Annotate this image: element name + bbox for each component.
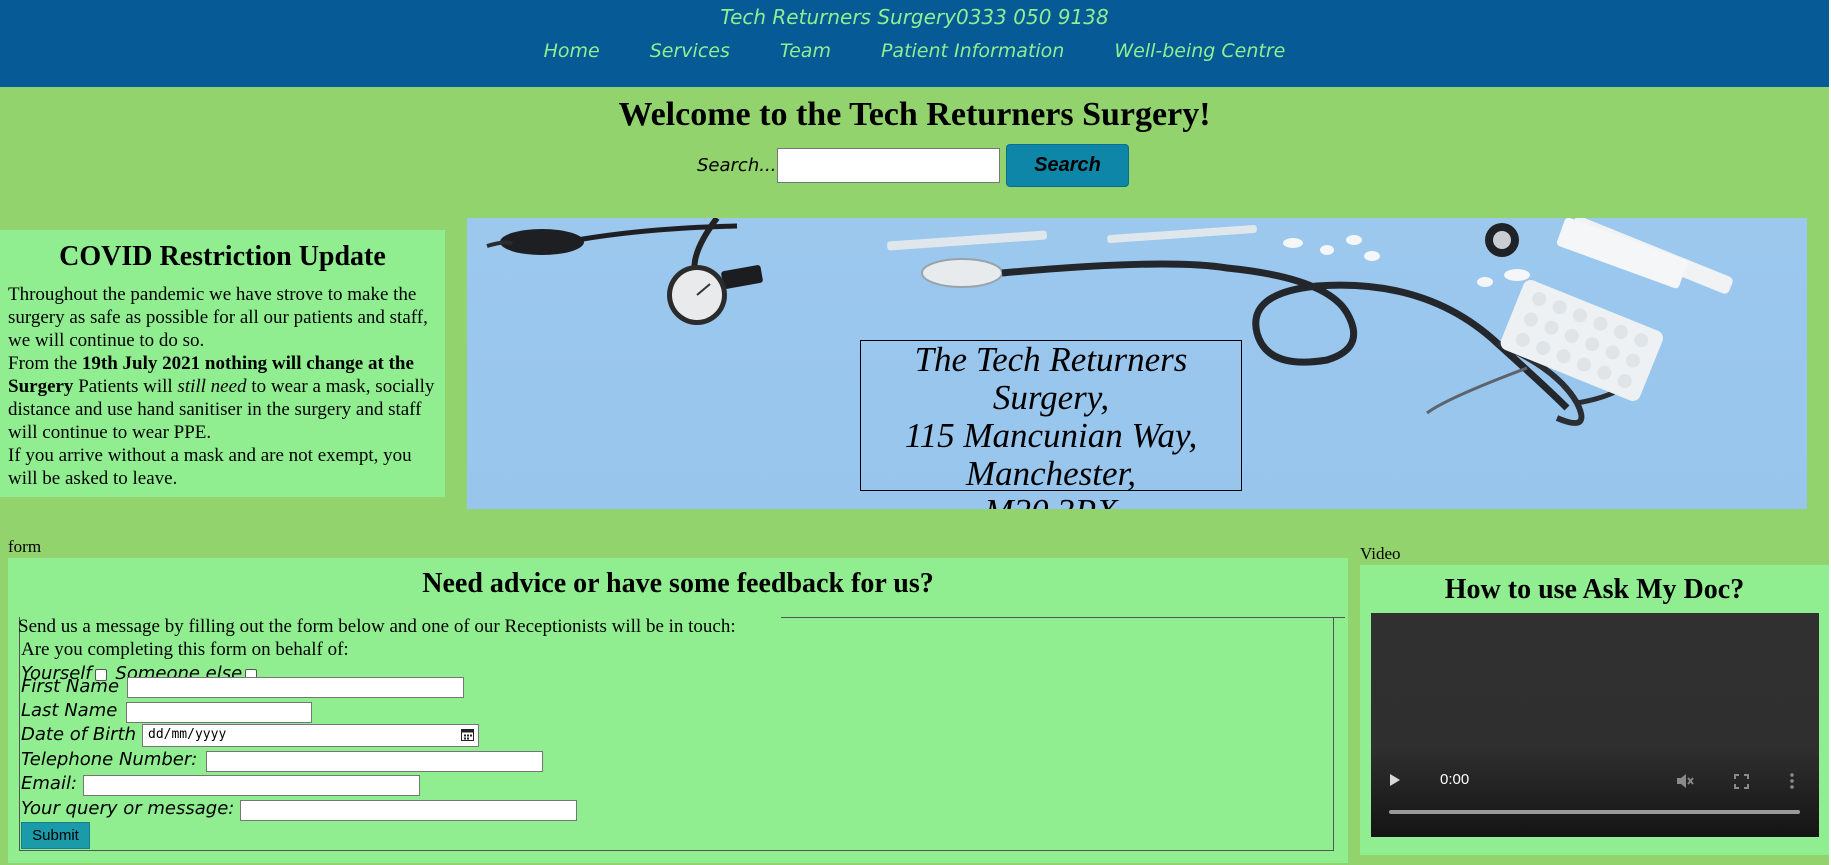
fullscreen-icon[interactable] (1734, 774, 1749, 789)
brand-title: Tech Returners Surgery0333 050 9138 (720, 5, 1109, 29)
covid-still-need: still need (177, 376, 247, 397)
covid-body: Throughout the pandemic we have strove t… (8, 283, 437, 490)
search-input[interactable] (777, 148, 1000, 183)
dob-placeholder: dd/mm/yyyy (148, 727, 227, 742)
address-line: Manchester, (965, 454, 1137, 493)
dob-field[interactable]: dd/mm/yyyy (142, 724, 479, 747)
behalf-question: Are you completing this form on behalf o… (21, 639, 349, 660)
site-header: Tech Returners Surgery0333 050 9138 Home… (0, 0, 1829, 87)
search-button[interactable]: Search (1006, 144, 1129, 187)
covid-p2-prefix: From the (8, 353, 82, 374)
email-label: Email: (21, 773, 78, 794)
hero-image: The Tech Returners Surgery, 115 Mancunia… (467, 218, 1807, 509)
video-panel: How to use Ask My Doc? 0:00 (1360, 565, 1829, 855)
query-row: Your query or message: (21, 798, 234, 820)
dob-label: Date of Birth (21, 724, 137, 745)
contact-form-panel: Need advice or have some feedback for us… (8, 558, 1348, 863)
video-time: 0:00 (1440, 771, 1470, 788)
last-name-field[interactable] (126, 702, 312, 723)
covid-paragraph-3: If you arrive without a mask and are not… (8, 445, 412, 489)
video-section-label: Video (1360, 544, 1401, 563)
covid-p2-mid: Patients will (73, 376, 178, 397)
first-name-row: First Name (21, 676, 119, 698)
form-section-label: form (8, 537, 42, 556)
covid-update-panel: COVID Restriction Update Throughout the … (0, 230, 445, 497)
form-title: Need advice or have some feedback for us… (422, 568, 934, 599)
first-name-field[interactable] (127, 677, 464, 698)
email-field[interactable] (83, 775, 420, 796)
address-line: The Tech Returners Surgery, (914, 340, 1188, 417)
page-title: Welcome to the Tech Returners Surgery! (618, 96, 1211, 133)
calendar-icon[interactable] (461, 728, 474, 741)
nav-team[interactable]: Team (780, 40, 831, 62)
video-progress-bar[interactable] (1389, 810, 1800, 814)
email-row: Email: (21, 773, 77, 795)
last-name-label: Last Name (21, 700, 118, 721)
nav-well-being-centre[interactable]: Well-being Centre (1114, 40, 1285, 62)
query-field[interactable] (240, 800, 577, 821)
volume-icon[interactable] (1676, 773, 1694, 789)
video-player[interactable]: 0:00 (1371, 613, 1819, 837)
address-line: M20 3PX (861, 493, 1241, 510)
address-line: 115 Mancunian Way, (904, 416, 1198, 455)
phone-label: Telephone Number: (21, 749, 198, 770)
query-label: Your query or message: (21, 798, 235, 819)
search-label: Search... (697, 155, 777, 176)
covid-paragraph-2: From the 19th July 2021 nothing will cha… (8, 352, 437, 444)
covid-paragraph-1: Throughout the pandemic we have strove t… (8, 284, 428, 351)
form-legend: Send us a message by filling out the for… (18, 616, 736, 637)
more-options-icon[interactable] (1790, 773, 1794, 789)
nav-patient-information[interactable]: Patient Information (881, 40, 1064, 62)
surgery-address: The Tech Returners Surgery, 115 Mancunia… (860, 340, 1242, 509)
phone-field[interactable] (206, 751, 543, 772)
main-nav: Home Services Team Patient Information W… (0, 40, 1829, 62)
play-icon[interactable] (1389, 773, 1401, 787)
last-name-row: Last Name (21, 700, 117, 722)
fieldset-top-border (781, 617, 1345, 618)
phone-row: Telephone Number: (21, 749, 197, 771)
submit-button[interactable]: Submit (21, 822, 90, 849)
video-title: How to use Ask My Doc? (1444, 574, 1745, 605)
nav-home[interactable]: Home (544, 40, 600, 62)
covid-title: COVID Restriction Update (59, 241, 386, 272)
dob-row: Date of Birth (21, 724, 136, 746)
first-name-label: First Name (21, 676, 120, 697)
nav-services[interactable]: Services (650, 40, 730, 62)
